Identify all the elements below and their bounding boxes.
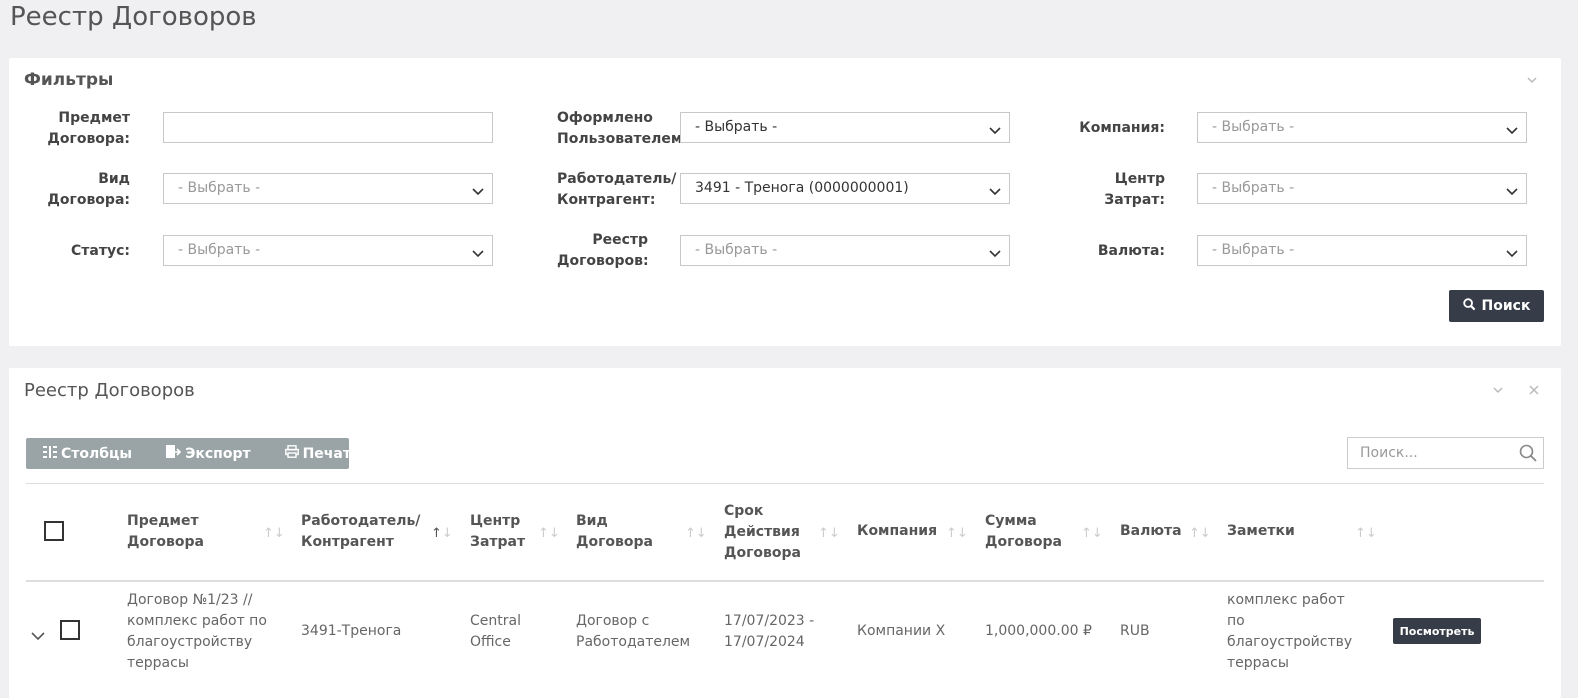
filters-panel: Фильтры Предмет Договора: Вид Договора: - …: [9, 58, 1561, 346]
type-label: Вид Договора:: [47, 171, 130, 208]
subject-input[interactable]: [163, 112, 493, 143]
close-icon[interactable]: [1529, 385, 1539, 395]
sort-icon[interactable]: ↑↓: [1081, 526, 1103, 541]
chevron-down-icon: [1506, 123, 1518, 135]
table-search-input[interactable]: Поиск...: [1347, 437, 1544, 469]
company-select[interactable]: - Выбрать -: [1197, 112, 1527, 143]
search-icon: [1519, 444, 1537, 466]
sort-icon[interactable]: ↑↓: [946, 526, 968, 541]
employer-select[interactable]: 3491 - Тренога (0000000001): [680, 173, 1010, 204]
cell-employer: 3491-Тренога: [301, 623, 402, 639]
sort-icon[interactable]: ↑↓: [1355, 526, 1377, 541]
subject-label: Предмет Договора:: [47, 110, 130, 147]
sort-icon[interactable]: ↑↓: [538, 526, 560, 541]
registry-select[interactable]: - Выбрать -: [680, 235, 1010, 266]
search-icon: [1462, 297, 1476, 315]
col-header-notes[interactable]: Заметки: [1227, 521, 1295, 542]
divider: [26, 483, 1544, 484]
col-header-subject[interactable]: Предмет Договора: [127, 511, 204, 553]
export-button[interactable]: Экспорт: [166, 445, 251, 462]
col-header-amount[interactable]: Сумма Договора: [985, 511, 1062, 553]
collapse-chevron-icon[interactable]: [1493, 386, 1503, 396]
registry-title: Реестр Договоров: [24, 380, 195, 401]
chevron-down-icon[interactable]: [31, 626, 45, 645]
registry-label: Реестр Договоров:: [557, 232, 649, 269]
registry-panel: Реестр Договоров Столбцы Экспорт Печать …: [9, 368, 1561, 698]
row-checkbox[interactable]: [60, 620, 80, 640]
header-divider: [26, 580, 1544, 582]
col-header-type[interactable]: Вид Договора: [576, 511, 653, 553]
columns-icon: [43, 445, 57, 462]
status-label: Статус:: [71, 243, 130, 259]
view-button[interactable]: Посмотреть: [1393, 618, 1481, 644]
print-icon: [284, 445, 299, 462]
collapse-chevron-icon[interactable]: [1527, 76, 1537, 86]
select-all-checkbox[interactable]: [44, 521, 64, 541]
chevron-down-icon: [989, 184, 1001, 196]
cost-center-select[interactable]: - Выбрать -: [1197, 173, 1527, 204]
cell-type: Договор с Работодателем: [576, 613, 691, 650]
cell-notes: комплекс работ по благоустройству террас…: [1227, 592, 1353, 671]
created-by-label: Оформлено Пользователем: [557, 110, 683, 147]
table-toolbar: Столбцы Экспорт Печать: [26, 438, 360, 469]
col-header-company[interactable]: Компания: [857, 521, 937, 542]
sort-icon[interactable]: ↑↓: [818, 526, 840, 541]
cell-company: Компании X: [857, 623, 946, 639]
cost-center-label: Центр Затрат:: [1104, 171, 1165, 208]
chevron-down-icon: [472, 184, 484, 196]
cell-subject: Договор №1/23 // комплекс работ по благо…: [127, 592, 267, 671]
created-by-select[interactable]: - Выбрать -: [680, 112, 1010, 143]
page-title: Реестр Договоров: [10, 2, 257, 32]
filters-title: Фильтры: [24, 70, 114, 90]
export-icon: [166, 445, 182, 462]
print-button[interactable]: Печать: [284, 445, 360, 462]
col-header-term[interactable]: Срок Действия Договора: [724, 501, 801, 564]
currency-label: Валюта:: [1097, 243, 1165, 259]
chevron-down-icon: [989, 246, 1001, 258]
chevron-down-icon: [1506, 246, 1518, 258]
search-button[interactable]: Поиск: [1449, 290, 1544, 322]
chevron-down-icon: [989, 123, 1001, 135]
cell-term: 17/07/2023 - 17/07/2024: [724, 613, 815, 650]
sort-asc-icon[interactable]: ↑↓: [431, 526, 453, 541]
cell-cost-center: Central Office: [470, 613, 521, 650]
type-select[interactable]: - Выбрать -: [163, 173, 493, 204]
col-header-currency[interactable]: Валюта: [1120, 521, 1182, 542]
status-select[interactable]: - Выбрать -: [163, 235, 493, 266]
employer-label: Работодатель/Контрагент:: [557, 171, 677, 208]
sort-icon[interactable]: ↑↓: [1189, 526, 1211, 541]
chevron-down-icon: [1506, 184, 1518, 196]
sort-icon[interactable]: ↑↓: [263, 526, 285, 541]
col-header-cost-center[interactable]: Центр Затрат: [470, 511, 525, 553]
cell-amount: 1,000,000.00 ₽: [985, 623, 1092, 639]
col-header-employer[interactable]: Работодатель/Контрагент: [301, 511, 420, 553]
columns-button[interactable]: Столбцы: [43, 445, 132, 462]
chevron-down-icon: [472, 246, 484, 258]
sort-icon[interactable]: ↑↓: [685, 526, 707, 541]
company-label: Компания:: [1079, 120, 1165, 136]
cell-currency: RUB: [1120, 623, 1150, 639]
currency-select[interactable]: - Выбрать -: [1197, 235, 1527, 266]
